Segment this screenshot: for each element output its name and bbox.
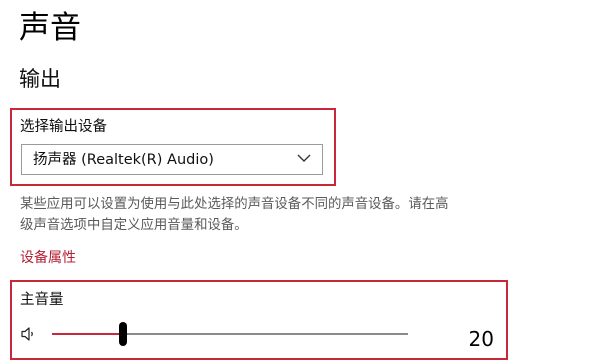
master-volume-highlight (10, 280, 508, 360)
device-properties-link[interactable]: 设备属性 (20, 248, 76, 268)
master-volume-slider[interactable] (52, 322, 408, 346)
master-volume-label: 主音量 (20, 292, 64, 308)
output-device-dropdown[interactable]: 扬声器 (Realtek(R) Audio) (21, 144, 323, 175)
output-description-line: 某些应用可以设置为使用与此处选择的声音设备不同的声音设备。请在高 (20, 197, 449, 212)
output-section-title: 输出 (19, 67, 61, 91)
page-title: 声音 (19, 10, 81, 46)
output-description-line: 级声音选项中自定义应用音量和设备。 (20, 218, 248, 233)
output-device-selected: 扬声器 (Realtek(R) Audio) (33, 152, 214, 168)
slider-thumb[interactable] (119, 322, 127, 346)
output-description: 某些应用可以设置为使用与此处选择的声音设备不同的声音设备。请在高 级声音选项中自… (20, 194, 520, 236)
chevron-down-icon (297, 154, 311, 162)
speaker-icon[interactable] (20, 325, 38, 343)
master-volume-value: 20 (468, 327, 494, 351)
output-device-label: 选择输出设备 (20, 119, 107, 135)
slider-track-fill (52, 333, 123, 335)
